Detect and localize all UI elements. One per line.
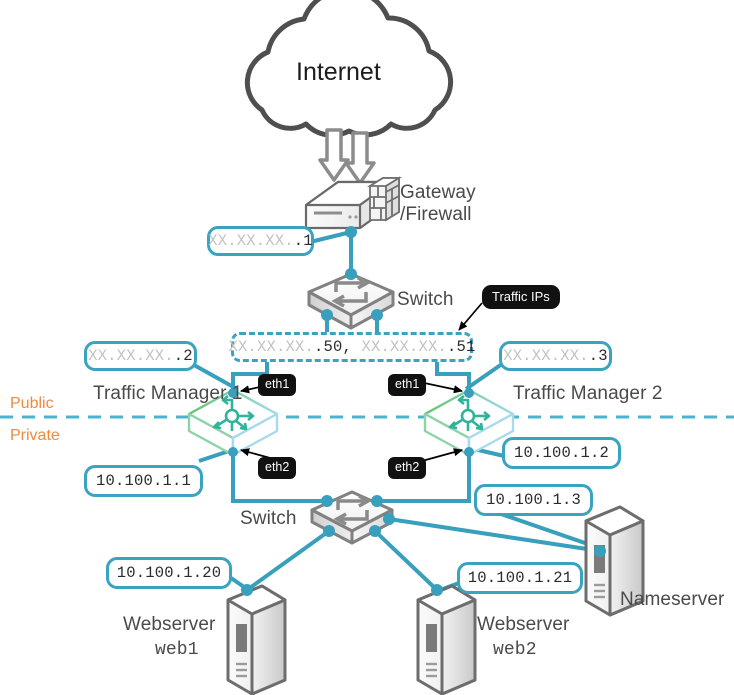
traffic-ips-badge: Traffic IPs [482, 285, 560, 309]
switch-private-label: Switch [240, 508, 297, 529]
traffic-ip-2-dim: XX.XX.XX. [352, 338, 448, 356]
nameserver-ip-callout: 10.100.1.3 [474, 484, 593, 516]
web1-hostname-label: web1 [155, 640, 199, 660]
tm1-public-ip-value: .2 [173, 347, 193, 365]
firewall-brick-icon [366, 176, 403, 222]
tm2-private-ip-callout: 10.100.1.2 [502, 437, 621, 469]
internet-traffic-arrows [318, 128, 376, 185]
traffic-manager-2-label: Traffic Manager 2 [513, 383, 663, 404]
eth1-badge-tm1: eth1 [258, 374, 297, 396]
zone-label-private: Private [10, 427, 60, 444]
traffic-ips-pointer [458, 302, 483, 331]
tm1-public-ip-callout: XX.XX.XX. .2 [84, 341, 197, 371]
server-web1-icon [226, 584, 287, 695]
web2-hostname-label: web2 [493, 640, 537, 660]
gateway-label-line2: /Firewall [400, 204, 472, 225]
gateway-ip-callout: XX.XX.XX. .1 [207, 226, 314, 256]
gateway-firewall-icon [304, 176, 403, 230]
web2-role-label: Webserver [477, 614, 570, 635]
eth2-badge-tm2: eth2 [388, 457, 427, 479]
traffic-ip-1-value: .50, [313, 338, 352, 356]
tm2-public-ip-callout: XX.XX.XX. .3 [499, 341, 612, 371]
eth1-badge-tm2: eth1 [388, 374, 427, 396]
web1-role-label: Webserver [123, 614, 216, 635]
eth2-badge-tm1: eth2 [258, 457, 297, 479]
internet-cloud-label: Internet [296, 58, 381, 86]
traffic-ips-callout: XX.XX.XX. .50, XX.XX.XX. .51 [228, 332, 476, 362]
switch-public-label: Switch [397, 289, 454, 310]
network-links [231, 228, 601, 592]
network-diagram: Internet Gateway /Firewall Switch Switch… [0, 0, 734, 695]
gateway-label-line1: Gateway [400, 182, 476, 203]
web2-ip-callout: 10.100.1.21 [457, 562, 583, 594]
web1-ip-callout: 10.100.1.20 [106, 557, 232, 589]
gateway-ip-value: .1 [293, 232, 313, 250]
arrow-down-icon [318, 128, 350, 182]
nameserver-role-label: Nameserver [620, 589, 725, 610]
arrow-up-icon [344, 131, 376, 185]
tm1-public-ip-dim: XX.XX.XX. [88, 347, 174, 365]
traffic-manager-1-label: Traffic Manager 1 [93, 383, 243, 404]
traffic-manager-2-icon [423, 388, 515, 457]
server-web2-icon [416, 584, 477, 695]
tm1-private-ip-callout: 10.100.1.1 [84, 465, 203, 497]
traffic-ip-1-dim: XX.XX.XX. [228, 338, 314, 356]
gateway-ip-dim: XX.XX.XX. [208, 232, 294, 250]
tm2-public-ip-value: .3 [588, 347, 608, 365]
tm2-public-ip-dim: XX.XX.XX. [503, 347, 589, 365]
traffic-ip-2-value: .51 [447, 338, 476, 356]
link-endpoints [228, 226, 606, 596]
zone-label-public: Public [10, 395, 54, 412]
